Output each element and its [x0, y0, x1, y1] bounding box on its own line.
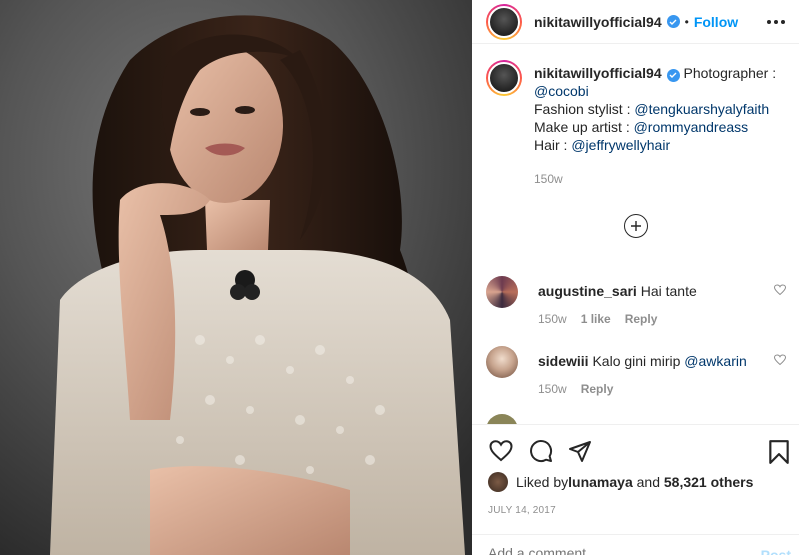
comment-likes[interactable]: 1 like — [581, 312, 611, 326]
likes-middle: and — [632, 474, 664, 490]
comment-meta: 150w Reply — [538, 382, 613, 396]
comment-icon[interactable] — [528, 439, 554, 463]
comment-body: sidewiii Kalo gini mirip @awkarin — [538, 352, 758, 370]
caption-line3: Make up artist : — [534, 119, 634, 135]
commenter-username[interactable]: sidewiii — [538, 353, 589, 369]
commenter-avatar[interactable] — [486, 276, 518, 308]
post-side-panel: nikitawillyofficial94 • Follow nikitawil… — [472, 0, 799, 555]
caption-avatar[interactable] — [486, 60, 522, 96]
likes-prefix: Liked by — [516, 474, 569, 490]
caption: nikitawillyofficial94 Photographer : @co… — [472, 58, 799, 188]
mention-link[interactable]: @jeffrywellyhair — [571, 137, 670, 153]
comment-item: augustine_sari Hai tante 150w 1 like Rep… — [486, 276, 786, 336]
load-more-comments — [472, 214, 799, 238]
portrait-illustration — [0, 0, 472, 555]
author-username[interactable]: nikitawillyofficial94 — [534, 14, 662, 30]
load-more-plus-icon[interactable] — [623, 214, 648, 238]
comment-heart-icon[interactable] — [774, 354, 786, 366]
more-options-icon[interactable] — [767, 14, 785, 30]
share-icon[interactable] — [568, 439, 592, 463]
post-photo[interactable] — [0, 0, 472, 555]
commenter-avatar[interactable] — [486, 346, 518, 378]
mention-link[interactable]: @cocobi — [534, 83, 589, 99]
heart-icon[interactable] — [488, 439, 514, 463]
mention-link[interactable]: @awkarin — [684, 353, 746, 369]
verified-badge-icon — [666, 68, 680, 82]
commenter-username[interactable]: augustine_sari — [538, 283, 637, 299]
reply-button[interactable]: Reply — [625, 312, 658, 326]
liker-avatar[interactable] — [488, 472, 508, 492]
post-comment-button[interactable]: Post — [761, 547, 791, 555]
comment-time[interactable]: 150w — [538, 382, 567, 396]
action-bar — [472, 424, 799, 476]
comment-text: Kalo gini mirip — [592, 353, 685, 369]
bookmark-icon[interactable] — [768, 439, 790, 465]
follow-button[interactable]: Follow — [694, 14, 738, 30]
add-comment-bar: Post — [472, 534, 799, 555]
liker-username[interactable]: lunamaya — [568, 474, 633, 490]
caption-line4: Hair : — [534, 137, 572, 153]
likes-summary: Liked by lunamaya and 58,321 others — [488, 472, 753, 492]
mention-link[interactable]: @rommyandreass — [634, 119, 749, 135]
comments-scroll-area[interactable]: nikitawillyofficial94 Photographer : @co… — [472, 58, 799, 424]
post-header: nikitawillyofficial94 • Follow — [472, 0, 799, 44]
caption-username[interactable]: nikitawillyofficial94 — [534, 65, 662, 81]
reply-button[interactable]: Reply — [581, 382, 614, 396]
author-avatar[interactable] — [486, 3, 522, 40]
likes-others[interactable]: 58,321 others — [664, 474, 754, 490]
commenter-avatar[interactable] — [486, 414, 518, 424]
comment-body: augustine_sari Hai tante — [538, 282, 758, 300]
comment-text: Hai tante — [640, 283, 697, 299]
post-date[interactable]: JULY 14, 2017 — [488, 505, 556, 516]
separator-dot: • — [684, 14, 689, 29]
comment-meta: 150w 1 like Reply — [538, 312, 657, 326]
mention-link[interactable]: @tengkuarshyalyfaith — [634, 101, 769, 117]
comment-item: sidewiii Kalo gini mirip @awkarin 150w R… — [486, 346, 786, 406]
comment-heart-icon[interactable] — [774, 284, 786, 296]
caption-line1: Photographer : — [679, 65, 777, 81]
comment-time[interactable]: 150w — [538, 312, 567, 326]
caption-line2: Fashion stylist : — [534, 101, 635, 117]
caption-timestamp[interactable]: 150w — [534, 170, 785, 188]
verified-badge-icon — [666, 15, 680, 28]
comment-input[interactable] — [488, 545, 708, 555]
caption-text: nikitawillyofficial94 Photographer : @co… — [534, 64, 785, 188]
